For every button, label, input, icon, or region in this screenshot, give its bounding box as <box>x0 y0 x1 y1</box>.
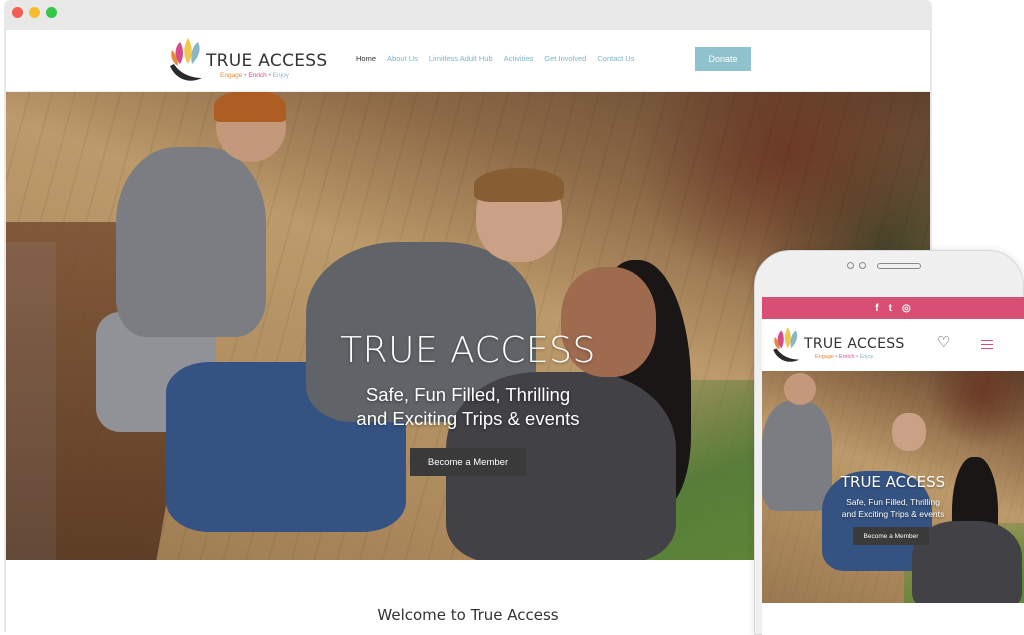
main-nav: Home About Us Limitless Adult Hub Activi… <box>356 54 634 63</box>
hamburger-menu-icon[interactable] <box>981 340 993 349</box>
twitter-icon[interactable]: t <box>889 303 892 314</box>
tagline-separator: • <box>856 354 859 360</box>
lotus-logo-icon <box>773 327 800 362</box>
nav-limitless-adult-hub[interactable]: Limitless Adult Hub <box>429 54 493 63</box>
close-window-dot[interactable] <box>12 7 23 18</box>
phone-sensor-dot <box>859 262 866 269</box>
mobile-site-logo[interactable]: TRUE ACCESS Engage • Enrich • Enjoy <box>770 323 910 367</box>
tagline-word-enjoy: Enjoy <box>859 354 874 360</box>
tagline-separator: • <box>244 72 247 79</box>
nav-contact-us[interactable]: Contact Us <box>597 54 634 63</box>
mobile-hero-title: TRUE ACCESS <box>840 473 946 491</box>
nav-activities[interactable]: Activities <box>504 54 534 63</box>
mobile-logo-tagline: Engage • Enrich • Enjoy <box>815 354 873 360</box>
phone-speaker <box>877 263 921 269</box>
mobile-hero-subtitle-line-2: and Exciting Trips & events <box>841 509 945 519</box>
mobile-phone-mockup: f t ◎ TRUE ACCESS Engage • Enrich • Enjo… <box>754 250 1024 635</box>
minimize-window-dot[interactable] <box>29 7 40 18</box>
site-logo[interactable]: TRUE ACCESS Engage • Enrich • Enjoy <box>166 34 327 88</box>
mobile-logo-title: TRUE ACCESS <box>804 336 905 352</box>
facebook-icon[interactable]: f <box>875 303 878 314</box>
mobile-screen: f t ◎ TRUE ACCESS Engage • Enrich • Enjo… <box>762 297 1024 635</box>
tagline-word-enjoy: Enjoy <box>272 72 289 79</box>
nav-about-us[interactable]: About Us <box>387 54 418 63</box>
tagline-separator: • <box>835 354 838 360</box>
instagram-icon[interactable]: ◎ <box>902 303 911 314</box>
tagline-word-engage: Engage <box>220 72 243 79</box>
mobile-become-member-button[interactable]: Become a Member <box>853 527 929 545</box>
lotus-logo-icon <box>170 38 202 81</box>
mobile-social-bar: f t ◎ <box>762 297 1024 319</box>
nav-home[interactable]: Home <box>356 54 376 63</box>
site-header: TRUE ACCESS Engage • Enrich • Enjoy Home… <box>6 30 930 92</box>
donate-button[interactable]: Donate <box>695 47 751 71</box>
logo-title: TRUE ACCESS <box>206 51 328 71</box>
become-member-button[interactable]: Become a Member <box>410 448 526 476</box>
tagline-separator: • <box>268 72 271 79</box>
tagline-word-engage: Engage <box>815 354 834 360</box>
mobile-header: TRUE ACCESS Engage • Enrich • Enjoy ♡ <box>762 319 1024 371</box>
browser-chrome-bar <box>4 0 932 28</box>
tagline-word-enrich: Enrich <box>838 354 855 360</box>
phone-camera-dot <box>847 262 854 269</box>
heart-icon[interactable]: ♡ <box>937 333 950 351</box>
nav-get-involved[interactable]: Get Involved <box>544 54 586 63</box>
tagline-word-enrich: Enrich <box>248 72 267 79</box>
mobile-hero-subtitle-line-1: Safe, Fun Filled, Thrilling <box>846 497 940 507</box>
maximize-window-dot[interactable] <box>46 7 57 18</box>
logo-tagline: Engage • Enrich • Enjoy <box>220 72 289 79</box>
mobile-hero-banner: TRUE ACCESS Safe, Fun Filled, Thrilling … <box>762 371 1024 603</box>
